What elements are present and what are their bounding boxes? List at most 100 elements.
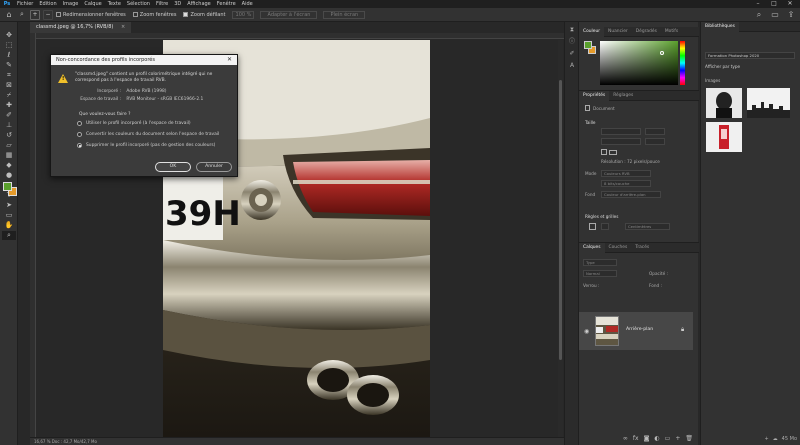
- zoom-percent-field[interactable]: 100 %: [232, 10, 255, 19]
- depth-select[interactable]: 8 bits/couche: [601, 180, 651, 187]
- resize-windows-checkbox[interactable]: Redimensionner fenêtres: [56, 12, 126, 18]
- eyedropper-tool-icon[interactable]: ⌿: [2, 91, 16, 100]
- eraser-tool-icon[interactable]: ▱: [2, 141, 16, 150]
- adjustment-layer-icon[interactable]: ◐: [654, 435, 659, 442]
- option-discard-profile[interactable]: Supprimer le profil incorporé (pas de ge…: [77, 143, 215, 148]
- tab-bibliotheques[interactable]: Bibliothèques: [701, 21, 739, 32]
- layer-thumbnail[interactable]: [595, 316, 619, 346]
- library-item-phonebooth[interactable]: [706, 122, 742, 152]
- info-panel-icon[interactable]: ⓘ: [567, 37, 577, 46]
- dialog-close-icon[interactable]: ✕: [227, 55, 232, 65]
- height-field[interactable]: [601, 138, 641, 145]
- color-picker-field[interactable]: [600, 41, 678, 85]
- close-window-button[interactable]: ✕: [784, 0, 796, 8]
- layer-name[interactable]: Arrière-plan: [626, 327, 653, 332]
- move-tool-icon[interactable]: ✥: [2, 31, 16, 40]
- menu-3d[interactable]: 3D: [171, 0, 184, 8]
- horizontal-ruler[interactable]: [36, 33, 564, 39]
- history-brush-tool-icon[interactable]: ↺: [2, 131, 16, 140]
- x-field[interactable]: [645, 128, 665, 135]
- hue-slider[interactable]: [680, 41, 685, 85]
- foreground-color-swatch[interactable]: [3, 182, 12, 191]
- ruler-color-field[interactable]: [601, 223, 609, 230]
- healing-tool-icon[interactable]: ✚: [2, 101, 16, 110]
- new-group-icon[interactable]: ▭: [665, 435, 671, 442]
- workspace-icon[interactable]: ▭: [770, 10, 780, 20]
- layer-row[interactable]: ◉ Arrière-plan 🔒︎: [579, 312, 693, 350]
- path-select-tool-icon[interactable]: ➤: [2, 201, 16, 210]
- delete-layer-icon[interactable]: 🗑︎: [685, 435, 693, 442]
- new-layer-icon[interactable]: +: [675, 435, 680, 442]
- vertical-ruler[interactable]: [30, 33, 36, 437]
- blur-tool-icon[interactable]: ◆: [2, 161, 16, 170]
- tab-motifs[interactable]: Motifs: [661, 27, 682, 37]
- option-use-embedded[interactable]: Utiliser le profil incorporé (à l'espace…: [77, 121, 191, 126]
- tab-couches[interactable]: Couches: [605, 243, 632, 253]
- lasso-tool-icon[interactable]: ℓ: [2, 51, 16, 60]
- fit-screen-button[interactable]: Adapter à l'écran: [260, 10, 318, 19]
- brush-panel-icon[interactable]: ✐: [567, 49, 577, 58]
- radio-button-selected[interactable]: [77, 143, 82, 148]
- scrubby-zoom-checkbox[interactable]: Zoom défilant: [183, 12, 225, 18]
- quick-select-tool-icon[interactable]: ✎: [2, 61, 16, 70]
- search-icon[interactable]: ⌕: [754, 10, 764, 20]
- menu-fichier[interactable]: Fichier: [14, 0, 36, 8]
- menu-edition[interactable]: Edition: [36, 0, 59, 8]
- dodge-tool-icon[interactable]: ●: [2, 171, 16, 180]
- layer-mask-icon[interactable]: ◙: [644, 435, 650, 442]
- minimize-button[interactable]: –: [752, 0, 764, 8]
- menu-fenetre[interactable]: Fenêtre: [214, 0, 239, 8]
- document-tab[interactable]: classmd.jpeg @ 16,7% (RVB/8) ×: [30, 22, 132, 33]
- zoom-tool-preset-icon[interactable]: ⌕: [17, 10, 27, 20]
- add-element-icon[interactable]: +: [764, 436, 768, 442]
- zoom-out-icon[interactable]: −: [43, 9, 53, 20]
- character-panel-icon[interactable]: A: [567, 61, 577, 70]
- menu-affichage[interactable]: Affichage: [184, 0, 214, 8]
- foreground-color-chip[interactable]: [584, 41, 592, 49]
- orientation-portrait-icon[interactable]: [601, 149, 607, 155]
- menu-filtre[interactable]: Filtre: [153, 0, 171, 8]
- tab-traces[interactable]: Tracés: [631, 243, 653, 253]
- library-item-portrait[interactable]: [706, 88, 742, 118]
- fill-select[interactable]: Couleur d'arrière-plan: [601, 191, 661, 198]
- tab-calques[interactable]: Calques: [579, 242, 605, 253]
- y-field[interactable]: [645, 138, 665, 145]
- gradient-tool-icon[interactable]: ▦: [2, 151, 16, 160]
- checkbox-box[interactable]: [132, 12, 138, 17]
- tab-reglages[interactable]: Réglages: [609, 91, 637, 101]
- dialog-title-bar[interactable]: Non-concordance des profils incorporés ✕: [51, 55, 237, 65]
- tab-couleur[interactable]: Couleur: [579, 26, 605, 37]
- scrollbar-thumb[interactable]: [559, 80, 562, 360]
- radio-button[interactable]: [77, 121, 82, 126]
- checkbox-box[interactable]: [183, 12, 189, 17]
- photoshop-logo-icon[interactable]: Ps: [0, 0, 14, 8]
- ruler-unit-select[interactable]: Centimètres: [625, 223, 670, 230]
- radio-button[interactable]: [77, 132, 82, 137]
- layer-filter-select[interactable]: Type: [583, 259, 617, 266]
- width-field[interactable]: [601, 128, 641, 135]
- maximize-button[interactable]: □: [768, 0, 780, 8]
- ok-button[interactable]: OK: [155, 162, 191, 172]
- menu-aide[interactable]: Aide: [239, 0, 256, 8]
- fill-screen-button[interactable]: Plein écran: [323, 10, 366, 19]
- crop-tool-icon[interactable]: ⌗: [2, 71, 16, 80]
- marquee-tool-icon[interactable]: ⬚: [2, 41, 16, 50]
- brush-tool-icon[interactable]: ✐: [2, 111, 16, 120]
- option-convert[interactable]: Convertir les couleurs du document selon…: [77, 132, 219, 137]
- mode-select[interactable]: Couleurs RVB: [601, 170, 651, 177]
- view-by-type-select[interactable]: Afficher par type: [705, 64, 740, 69]
- zoom-tool-icon[interactable]: ⌕: [2, 231, 16, 240]
- zoom-all-checkbox[interactable]: Zoom fenêtres: [132, 12, 176, 18]
- orientation-landscape-icon[interactable]: [609, 150, 617, 155]
- zoom-in-icon[interactable]: +: [30, 9, 40, 20]
- clone-stamp-tool-icon[interactable]: ⊥: [2, 121, 16, 130]
- menu-calque[interactable]: Calque: [81, 0, 104, 8]
- color-picker-cursor[interactable]: [660, 51, 664, 55]
- history-panel-icon[interactable]: ⧗: [567, 25, 577, 34]
- shape-tool-icon[interactable]: ▭: [2, 211, 16, 220]
- checkbox-box[interactable]: [56, 12, 61, 17]
- menu-image[interactable]: Image: [60, 0, 82, 8]
- menu-selection[interactable]: Sélection: [124, 0, 153, 8]
- link-layers-icon[interactable]: ∞: [623, 435, 628, 442]
- library-select[interactable]: Formation Photoshop 2020: [705, 52, 795, 59]
